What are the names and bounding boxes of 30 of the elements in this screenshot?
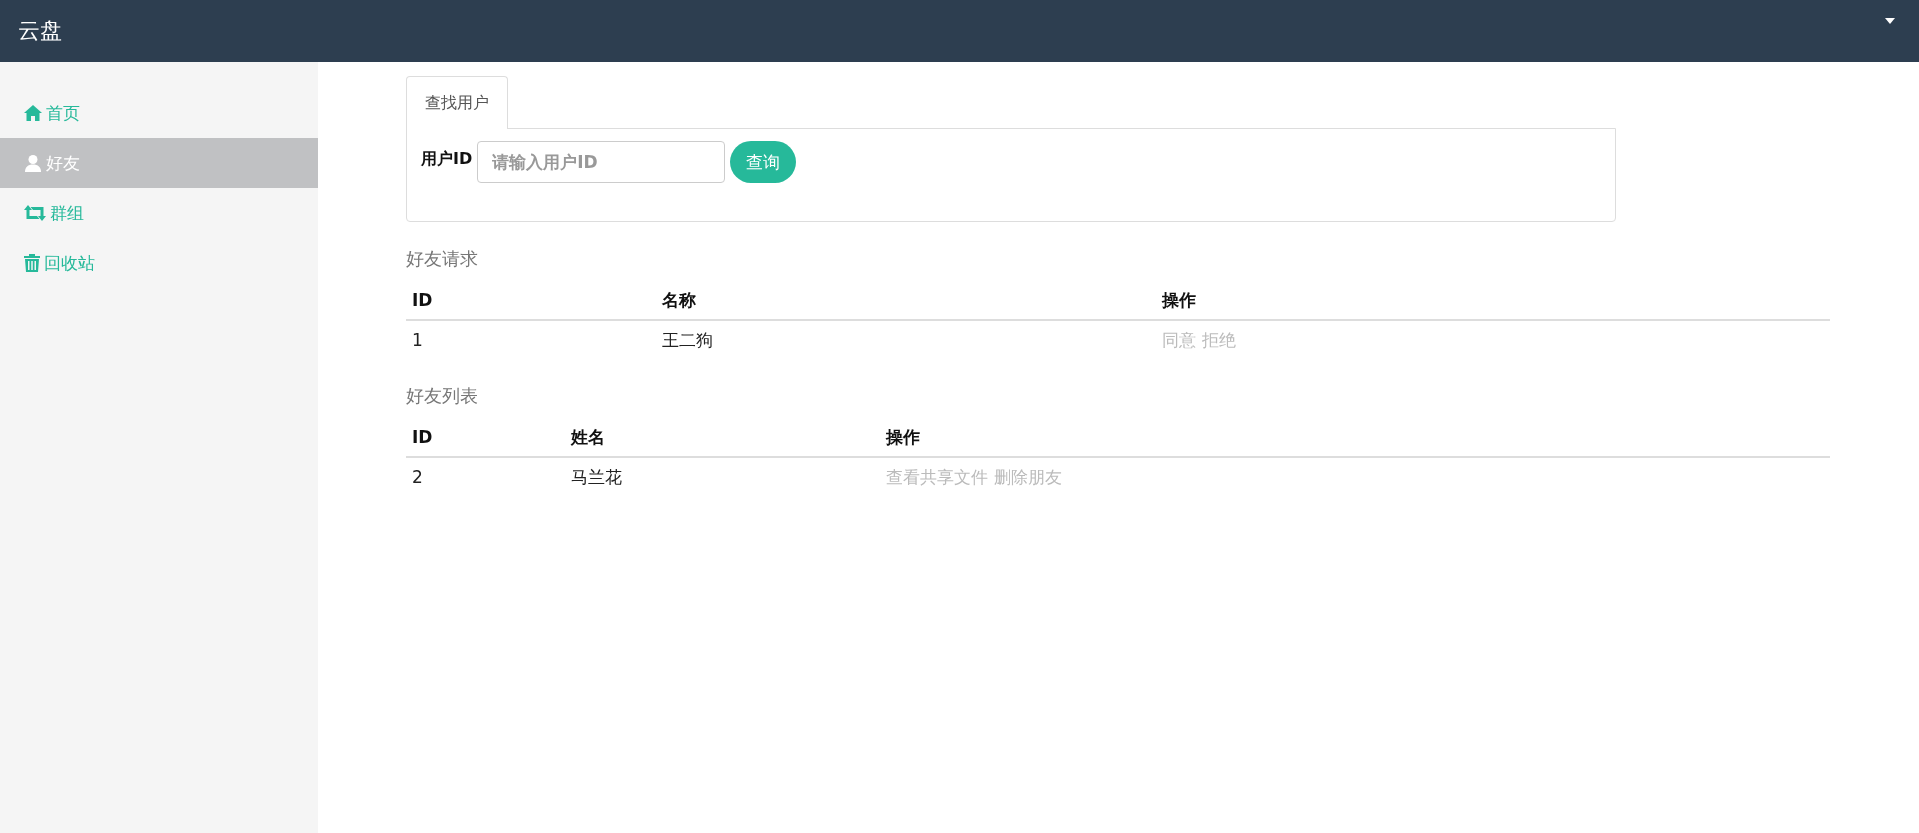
table-cell-text: 王二狗: [662, 328, 714, 352]
home-icon: [24, 105, 42, 121]
caret-icon[interactable]: [1885, 18, 1895, 24]
column-header: 操作: [1162, 288, 1197, 312]
column-header: 操作: [886, 425, 921, 449]
sidebar-item[interactable]: 好友: [0, 138, 318, 188]
sidebar-item[interactable]: 首页: [0, 88, 318, 138]
column-header: ID: [412, 427, 434, 447]
user-icon: [24, 154, 42, 172]
action-link[interactable]: 查看共享文件: [886, 465, 988, 489]
field-label: 用户ID: [421, 149, 473, 170]
brand-title[interactable]: 云盘: [18, 16, 62, 46]
action-link[interactable]: 拒绝: [1202, 328, 1236, 352]
sidebar-item[interactable]: 群组: [0, 188, 318, 238]
column-header: 姓名: [571, 425, 606, 449]
column-header: 名称: [662, 288, 697, 312]
section-title: 好友请求: [406, 247, 479, 271]
action-link[interactable]: 同意: [1162, 328, 1196, 352]
sidebar-item[interactable]: 回收站: [0, 238, 318, 288]
action-link[interactable]: 删除朋友: [994, 465, 1062, 489]
tab[interactable]: 查找用户: [406, 76, 508, 129]
trash-icon: [24, 254, 40, 272]
retweet-icon: [24, 205, 46, 221]
search-button[interactable]: 查询: [730, 141, 797, 183]
section-title: 好友列表: [406, 384, 479, 408]
column-header: ID: [412, 290, 434, 310]
user-id-input[interactable]: 请输入用户ID: [477, 141, 726, 183]
table-cell-text: 马兰花: [571, 465, 623, 489]
table-cell-text: 2: [412, 467, 424, 487]
table-cell-text: 1: [412, 330, 424, 350]
